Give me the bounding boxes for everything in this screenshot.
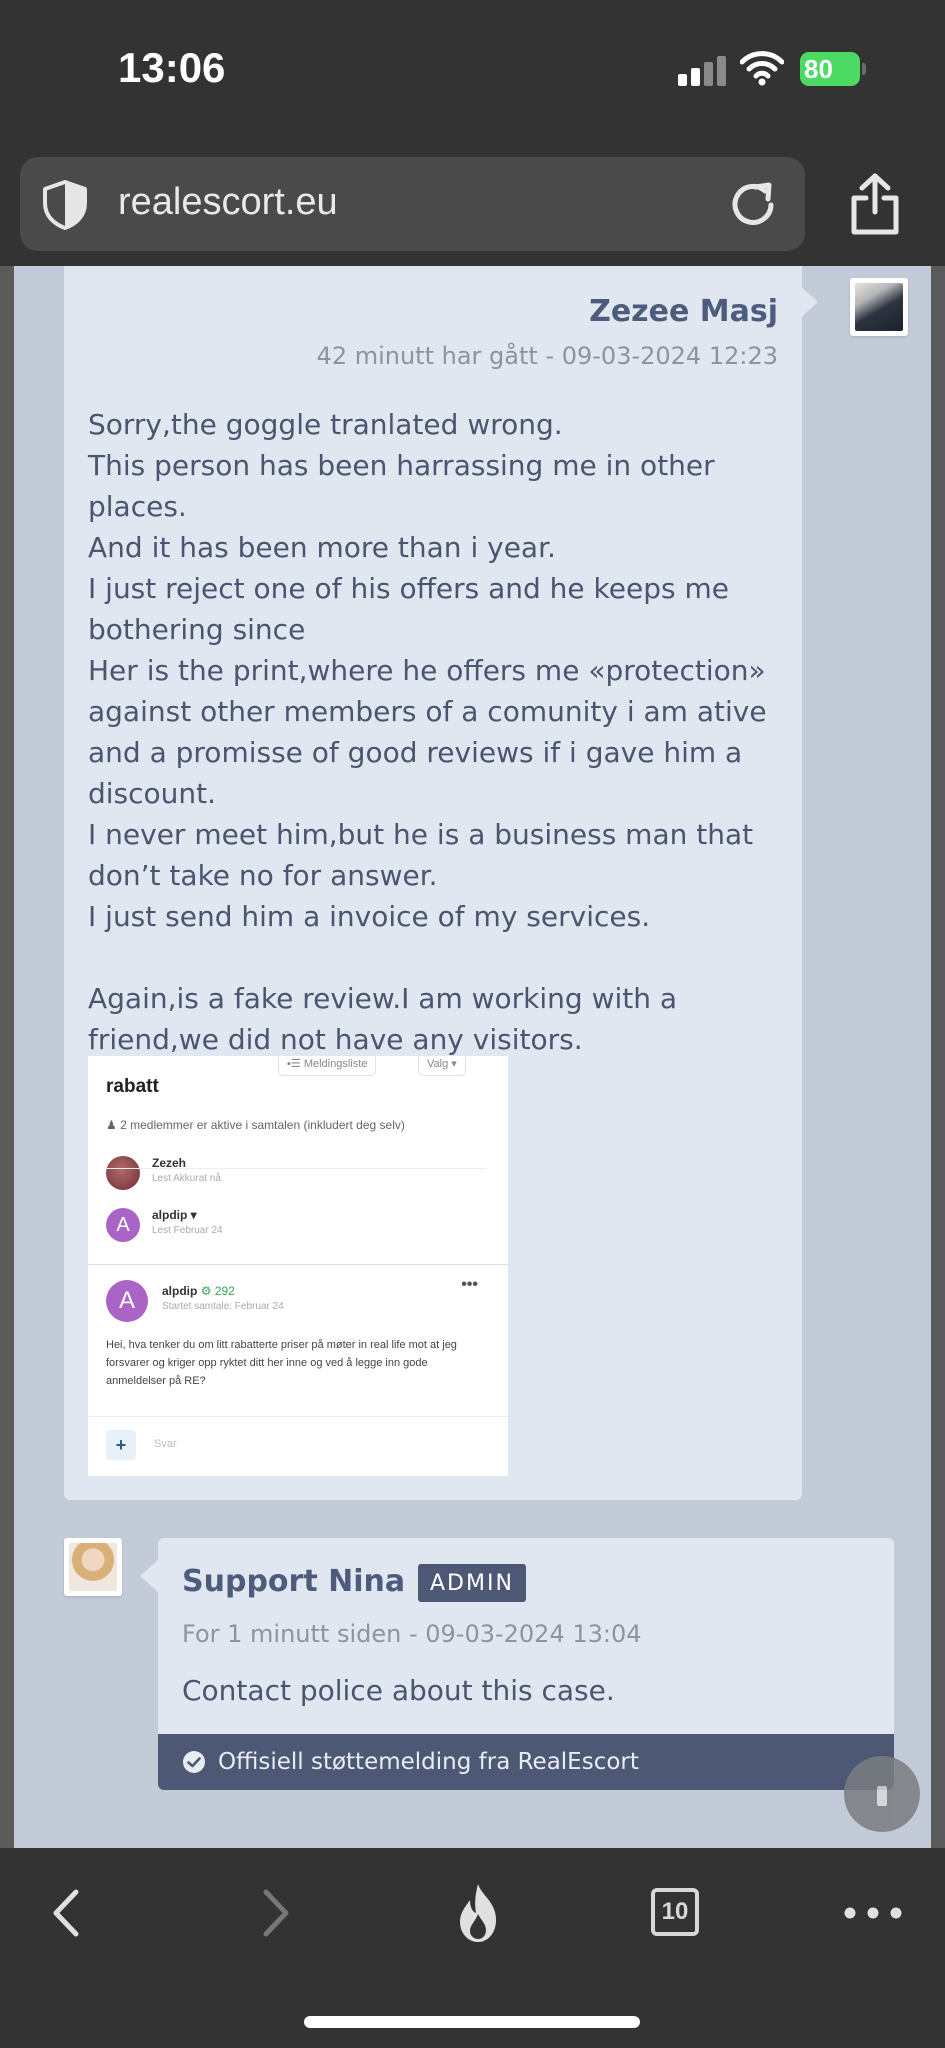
conversation-thread: Zezee Masj 42 minutt har gått - 09-03-20… xyxy=(14,266,931,1848)
shot-list-button: ▪☰ Meldingsliste xyxy=(278,1056,377,1076)
shot-message-header: A alpdip ⚙ 292 Startet samtale: Februar … xyxy=(106,1280,486,1324)
divider xyxy=(106,1168,486,1169)
tabs-count: 10 xyxy=(651,1888,699,1936)
message-bubble: Zezee Masj 42 minutt har gått - 09-03-20… xyxy=(64,266,802,1500)
shot-participant-status: Lest Februar 24 xyxy=(152,1225,223,1236)
tabs-button[interactable]: 10 xyxy=(646,1878,706,1948)
divider xyxy=(88,1416,508,1417)
plus-icon: + xyxy=(106,1430,136,1460)
status-bar: 13:06 80 xyxy=(0,0,945,140)
shot-participant-status: Lest Akkurat nå xyxy=(152,1173,221,1184)
browser-toolbar: 10 xyxy=(0,1848,945,2048)
status-time: 13:06 xyxy=(118,44,226,91)
check-circle-icon xyxy=(183,1751,205,1773)
more-icon[interactable] xyxy=(838,1878,908,1948)
battery-icon: 80 xyxy=(800,52,866,86)
arrow-up-icon xyxy=(877,1786,887,1806)
forward-icon[interactable] xyxy=(250,1878,300,1948)
message-author[interactable]: Zezee Masj xyxy=(589,294,778,329)
bubble-pointer xyxy=(140,1560,158,1592)
message-text: Contact police about this case. xyxy=(182,1674,615,1707)
shot-message-author: alpdip ⚙ 292 xyxy=(162,1284,235,1298)
official-support-text: Offisiell støttemelding fra RealEscort xyxy=(218,1749,639,1775)
avatar: A xyxy=(106,1208,140,1242)
attached-screenshot[interactable]: ▪☰ Meldingsliste Valg ▾ rabatt ♟ 2 medle… xyxy=(88,1056,508,1476)
divider xyxy=(88,1264,508,1265)
shot-members-text: 2 medlemmer er aktive i samtalen (inklud… xyxy=(120,1118,405,1132)
shot-choose-button: Valg ▾ xyxy=(418,1056,466,1076)
avatar xyxy=(106,1156,140,1190)
shield-icon[interactable] xyxy=(40,179,90,231)
shot-message-started: Startet samtale: Februar 24 xyxy=(162,1301,284,1312)
shot-participant: Zezeh Lest Akkurat nå xyxy=(106,1152,486,1196)
shot-message-author-text: alpdip xyxy=(162,1284,198,1298)
shot-list-label: Meldingsliste xyxy=(303,1058,368,1070)
message-timestamp: For 1 minutt siden - 09-03-2024 13:04 xyxy=(182,1620,642,1648)
back-icon[interactable] xyxy=(42,1878,92,1948)
shot-title: rabatt xyxy=(106,1076,159,1097)
wifi-icon xyxy=(740,51,784,86)
message-text: Sorry,the goggle tranlated wrong. This p… xyxy=(88,408,767,1056)
message-timestamp: 42 minutt har gått - 09-03-2024 12:23 xyxy=(316,342,778,370)
shot-participant-name-text: alpdip xyxy=(152,1208,188,1222)
battery-level: 80 xyxy=(804,54,833,84)
shot-participant: A alpdip ▾ Lest Februar 24 xyxy=(106,1204,486,1248)
avatar: A xyxy=(106,1280,148,1322)
avatar-image xyxy=(855,283,903,331)
shot-participant-name: alpdip ▾ xyxy=(152,1208,197,1222)
web-page: Zezee Masj 42 minutt har gått - 09-03-20… xyxy=(0,266,945,1848)
avatar[interactable] xyxy=(64,1538,122,1596)
shot-score: 292 xyxy=(214,1284,235,1298)
message-bubble: Support Nina ADMIN For 1 minutt siden - … xyxy=(158,1538,894,1790)
message-author[interactable]: Support Nina xyxy=(182,1564,405,1599)
admin-badge: ADMIN xyxy=(418,1564,526,1602)
avatar-image xyxy=(69,1543,117,1591)
more-icon: ••• xyxy=(461,1276,478,1293)
shot-members-line: ♟ 2 medlemmer er aktive i samtalen (inkl… xyxy=(106,1118,405,1132)
fire-icon[interactable] xyxy=(448,1878,508,1948)
avatar[interactable] xyxy=(850,278,908,336)
share-icon[interactable] xyxy=(848,172,902,236)
shot-reply-input: Svar xyxy=(154,1438,177,1450)
bubble-pointer xyxy=(800,286,818,318)
shot-choose-label: Valg xyxy=(427,1058,449,1070)
address-bar[interactable]: realescort.eu xyxy=(20,157,805,251)
scroll-to-top-button[interactable] xyxy=(844,1756,920,1832)
official-support-banner: Offisiell støttemelding fra RealEscort xyxy=(158,1734,894,1790)
home-indicator[interactable] xyxy=(304,2016,640,2028)
shot-message-text: Hei, hva tenker du om litt rabatterte pr… xyxy=(106,1339,457,1387)
url-text[interactable]: realescort.eu xyxy=(118,181,338,224)
cellular-signal-icon xyxy=(678,56,728,86)
reload-icon[interactable] xyxy=(725,177,781,233)
